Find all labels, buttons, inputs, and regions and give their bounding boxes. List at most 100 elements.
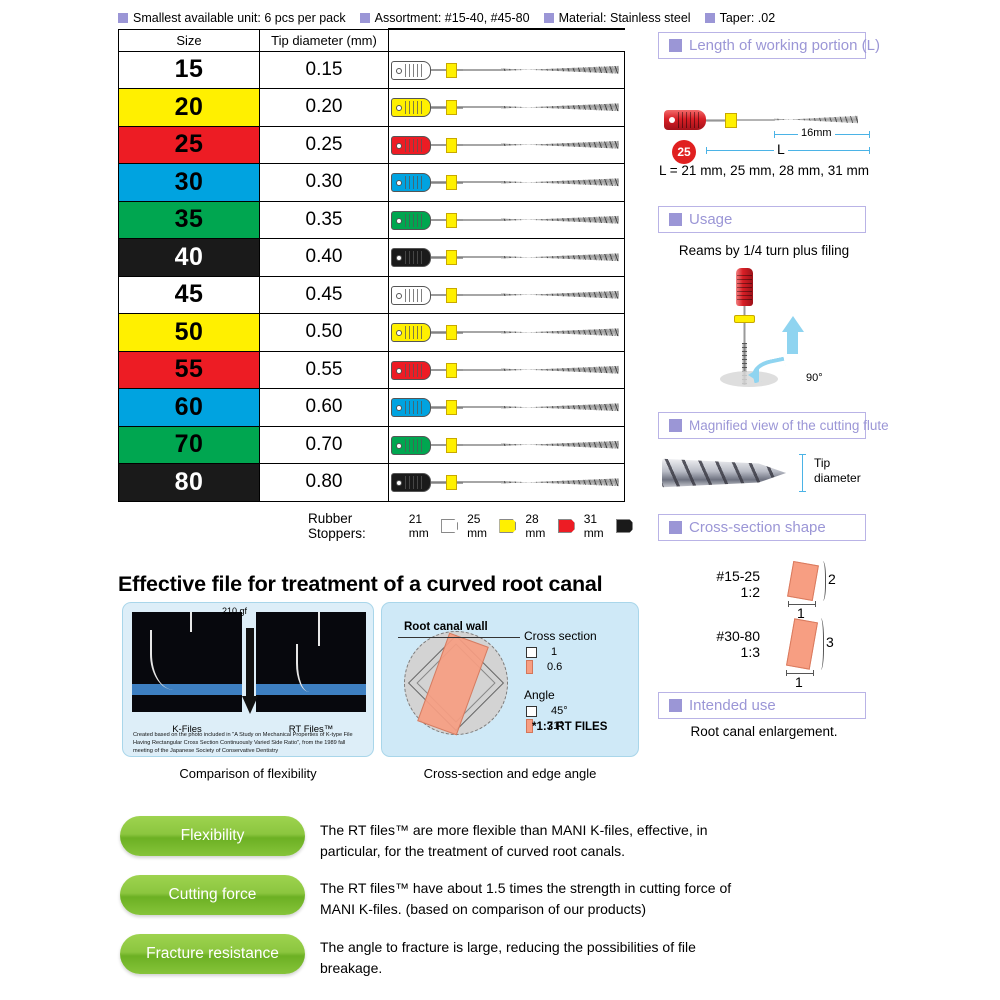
handle-ridges-icon — [678, 112, 700, 128]
cross-section-row-2: #30-80 1:3 — [680, 628, 760, 660]
cross-section-row-1: #15-25 1:2 — [680, 568, 760, 600]
size-badge-25: 25 — [672, 140, 696, 164]
feature-pill-flexibility: Flexibility — [120, 816, 305, 856]
handle-ridges-icon — [405, 476, 423, 490]
handle-hole-icon — [396, 217, 402, 224]
handle-ridges-icon — [405, 326, 423, 340]
cell-size: 60 — [118, 388, 260, 427]
file-stopper-icon — [446, 362, 457, 378]
file-flute — [501, 365, 619, 374]
cell-diameter: 0.35 — [259, 200, 389, 239]
file-flute — [501, 253, 619, 262]
size-table: Size Tip diameter (mm) 15 0.15 20 0.20 25 0.2… — [118, 28, 625, 502]
file-handle-icon — [391, 285, 431, 305]
handle-hole-icon — [396, 292, 402, 299]
cell-size: 20 — [118, 88, 260, 127]
file-flute — [501, 178, 619, 187]
up-arrow-icon — [782, 316, 804, 332]
working-length-note: L = 21 mm, 25 mm, 28 mm, 31 mm — [659, 163, 869, 178]
cell-diameter: 0.30 — [259, 163, 389, 202]
table-row: 50 0.50 — [118, 313, 625, 352]
handle-ridges-icon — [405, 101, 423, 115]
handle-hole-icon — [669, 117, 675, 123]
bullet-square-icon — [669, 699, 682, 712]
file-flute — [501, 140, 619, 149]
table-row: 20 0.20 — [118, 88, 625, 127]
cell-diameter: 0.80 — [259, 463, 389, 502]
cross-section-width-label-2: 1 — [795, 674, 803, 690]
file-shaft — [463, 331, 503, 334]
file-shaft — [463, 481, 503, 484]
dimension-label-total: L — [774, 141, 788, 157]
photo-rt-files — [256, 612, 366, 712]
file-handle-icon — [391, 173, 431, 193]
rubber-stopper-length: 31 mm — [583, 512, 604, 540]
file-stopper-icon — [446, 325, 457, 341]
feature-label-cutting-force: Cutting force — [168, 886, 257, 903]
effective-file-heading: Effective file for treatment of a curved… — [118, 572, 603, 596]
file-handle-icon — [391, 210, 431, 230]
cell-size: 50 — [118, 313, 260, 352]
file-illustration — [389, 390, 621, 424]
file-shaft — [463, 68, 503, 71]
file-flute — [501, 478, 619, 487]
file-trace-straight — [190, 612, 192, 632]
rubber-stopper-item: 25 mm — [467, 512, 517, 540]
file-handle-icon — [664, 110, 706, 130]
handle-hole-icon — [396, 480, 402, 487]
feature-pill-cutting-force: Cutting force — [120, 875, 305, 915]
legend-value-cross-section-orange: 0.6 — [547, 661, 563, 673]
cell-size: 30 — [118, 163, 260, 202]
rubber-stopper-swatch-icon — [499, 519, 517, 533]
canal-wall-label: Root canal wall — [404, 621, 488, 633]
rubber-stopper-item: 21 mm — [409, 512, 459, 540]
legend-title-angle: Angle — [524, 688, 555, 702]
file-shaft — [737, 119, 775, 122]
handle-ridges-icon — [405, 401, 423, 415]
intended-use-description: Root canal enlargement. — [690, 724, 838, 739]
legend-title-cross-section: Cross section — [524, 629, 597, 643]
file-flute — [501, 440, 619, 449]
table-row: 40 0.40 — [118, 238, 625, 277]
cross-section-angle-card: Root canal wall Cross section 1 0.6 Angl… — [381, 602, 639, 757]
cutting-flute-illustration — [662, 458, 786, 488]
square-swatch-icon — [526, 646, 537, 658]
file-handle-icon — [391, 60, 431, 80]
cell-diameter: 0.40 — [259, 238, 389, 277]
file-illustration — [389, 240, 621, 274]
column-header-illustration — [388, 28, 625, 52]
file-shaft — [463, 256, 503, 259]
file-stopper-icon — [446, 287, 457, 303]
force-arrow-head — [242, 696, 258, 714]
feature-pill-fracture-resistance: Fracture resistance — [120, 934, 305, 974]
cell-file-illustration — [388, 88, 625, 127]
table-row: 60 0.60 — [118, 388, 625, 427]
cross-section-shape-2 — [786, 618, 818, 670]
cell-file-illustration — [388, 200, 625, 239]
file-illustration — [389, 353, 621, 387]
handle-hole-icon — [396, 255, 402, 262]
product-spec-page: Smallest available unit: 6 pcs per pack … — [0, 0, 1000, 1000]
file-shaft — [463, 143, 503, 146]
file-illustration — [389, 203, 621, 237]
file-handle-icon — [391, 323, 431, 343]
size-table-container: Size Tip diameter (mm) 15 0.15 20 0.20 25 0.2… — [118, 28, 625, 513]
file-stopper-icon — [446, 137, 457, 153]
handle-hole-icon — [396, 367, 402, 374]
cell-file-illustration — [388, 275, 625, 314]
cell-file-illustration — [388, 125, 625, 164]
cell-file-illustration — [388, 425, 625, 464]
file-handle-icon — [391, 360, 431, 380]
cell-size: 80 — [118, 463, 260, 502]
cell-file-illustration — [388, 313, 625, 352]
panel-title-usage: Usage — [689, 211, 733, 228]
tip-diameter-dimension-line — [799, 454, 806, 492]
bullet-square-icon — [359, 13, 370, 23]
rubber-stopper-item: 28 mm — [525, 512, 575, 540]
force-label: 210 gf — [222, 606, 248, 616]
feature-text-flexibility: The RT files™ are more flexible than MAN… — [320, 822, 708, 859]
file-stopper-icon — [446, 400, 457, 416]
cell-file-illustration — [388, 350, 625, 389]
handle-ridges-icon — [405, 251, 423, 265]
spec-item-material: Material: Stainless steel — [543, 11, 691, 25]
